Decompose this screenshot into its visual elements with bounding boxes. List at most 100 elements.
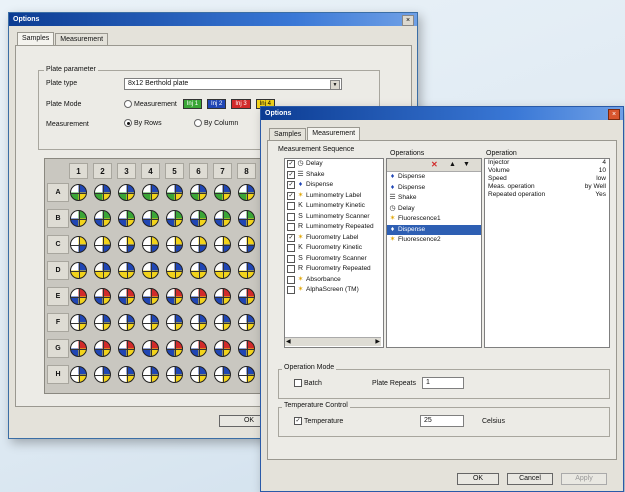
- well-D7[interactable]: [214, 262, 231, 279]
- horizontal-scrollbar[interactable]: ◀ ▶: [285, 337, 381, 346]
- well-F1[interactable]: [70, 314, 87, 331]
- column-header-2[interactable]: 2: [93, 163, 112, 179]
- operation-properties[interactable]: Injector 4 Volume 10 Speed low Meas. operation…: [484, 158, 610, 348]
- well-H5[interactable]: [166, 366, 183, 383]
- cancel-button[interactable]: Cancel: [507, 473, 553, 485]
- plate-grid[interactable]: 12345678 ABCDEFGH: [44, 158, 264, 394]
- row-header-F[interactable]: F: [47, 313, 69, 332]
- row-header-G[interactable]: G: [47, 339, 69, 358]
- row-header-A[interactable]: A: [47, 183, 69, 202]
- ok-button[interactable]: OK: [457, 473, 499, 485]
- well-B6[interactable]: [190, 210, 207, 227]
- available-item-checkbox[interactable]: [287, 254, 295, 263]
- well-D6[interactable]: [190, 262, 207, 279]
- available-item[interactable]: ✶ AlphaScreen (TM): [285, 285, 383, 296]
- batch-option[interactable]: Batch: [294, 379, 322, 387]
- well-A1[interactable]: [70, 184, 87, 201]
- sequence-item[interactable]: ◷ Delay: [387, 204, 481, 215]
- available-item[interactable]: ✓ ✶ Fluorometry Label: [285, 233, 383, 244]
- available-item-checkbox[interactable]: [287, 286, 295, 295]
- available-item[interactable]: S Luminometry Scanner: [285, 212, 383, 223]
- delete-icon[interactable]: ✕: [431, 160, 438, 169]
- sequence-item[interactable]: ✶ Fluorescence2: [387, 235, 481, 246]
- well-E8[interactable]: [238, 288, 255, 305]
- available-item[interactable]: R Fluorometry Repeated: [285, 264, 383, 275]
- property-row[interactable]: Volume 10: [485, 167, 609, 175]
- well-B3[interactable]: [118, 210, 135, 227]
- column-header-1[interactable]: 1: [69, 163, 88, 179]
- well-B2[interactable]: [94, 210, 111, 227]
- available-item[interactable]: K Luminometry Kinetic: [285, 201, 383, 212]
- row-header-C[interactable]: C: [47, 235, 69, 254]
- column-header-8[interactable]: 8: [237, 163, 256, 179]
- well-A2[interactable]: [94, 184, 111, 201]
- well-A4[interactable]: [142, 184, 159, 201]
- well-F6[interactable]: [190, 314, 207, 331]
- well-A8[interactable]: [238, 184, 255, 201]
- sequence-item[interactable]: ✶ Fluorescence1: [387, 214, 481, 225]
- well-C8[interactable]: [238, 236, 255, 253]
- well-H1[interactable]: [70, 366, 87, 383]
- available-item-checkbox[interactable]: ✓: [287, 233, 295, 242]
- well-G7[interactable]: [214, 340, 231, 357]
- well-D8[interactable]: [238, 262, 255, 279]
- well-F2[interactable]: [94, 314, 111, 331]
- column-header-6[interactable]: 6: [189, 163, 208, 179]
- sequence-item[interactable]: ♦ Dispense: [387, 224, 481, 235]
- sequence-item[interactable]: ♦ Dispense: [387, 183, 481, 194]
- apply-button[interactable]: Apply: [561, 473, 607, 485]
- well-G1[interactable]: [70, 340, 87, 357]
- sequence-item[interactable]: ♦ Dispense: [387, 172, 481, 183]
- well-E3[interactable]: [118, 288, 135, 305]
- available-item-checkbox[interactable]: ✓: [287, 191, 295, 200]
- well-G6[interactable]: [190, 340, 207, 357]
- well-E1[interactable]: [70, 288, 87, 305]
- well-F4[interactable]: [142, 314, 159, 331]
- front-close-button[interactable]: ×: [608, 109, 620, 120]
- injector-3-badge[interactable]: Inj 3: [231, 99, 251, 109]
- well-C2[interactable]: [94, 236, 111, 253]
- plate-repeats-input[interactable]: 1: [422, 377, 464, 389]
- batch-checkbox[interactable]: [294, 379, 302, 387]
- well-E2[interactable]: [94, 288, 111, 305]
- property-row[interactable]: Speed low: [485, 175, 609, 183]
- well-C4[interactable]: [142, 236, 159, 253]
- well-A3[interactable]: [118, 184, 135, 201]
- tab-measurement[interactable]: Measurement: [307, 127, 361, 141]
- available-item-checkbox[interactable]: ✓: [287, 170, 295, 179]
- row-header-E[interactable]: E: [47, 287, 69, 306]
- well-C6[interactable]: [190, 236, 207, 253]
- available-item-checkbox[interactable]: [287, 244, 295, 253]
- well-E4[interactable]: [142, 288, 159, 305]
- available-item-checkbox[interactable]: [287, 223, 295, 232]
- sequence-list[interactable]: ♦ Dispense ♦ Dispense ☰ Shake ◷ Delay ✶ Fluoresce…: [387, 172, 481, 246]
- well-B4[interactable]: [142, 210, 159, 227]
- well-G8[interactable]: [238, 340, 255, 357]
- available-item[interactable]: ✓ ✶ Luminometry Label: [285, 191, 383, 202]
- back-window-titlebar[interactable]: Options: [9, 13, 417, 26]
- column-header-4[interactable]: 4: [141, 163, 160, 179]
- well-H2[interactable]: [94, 366, 111, 383]
- column-header-3[interactable]: 3: [117, 163, 136, 179]
- available-item[interactable]: K Fluorometry Kinetic: [285, 243, 383, 254]
- well-B7[interactable]: [214, 210, 231, 227]
- by-columns-option[interactable]: By Column: [194, 119, 238, 127]
- available-item[interactable]: ✓ ☰ Shake: [285, 170, 383, 181]
- sequence-item[interactable]: ☰ Shake: [387, 193, 481, 204]
- available-item-checkbox[interactable]: ✓: [287, 181, 295, 190]
- well-D1[interactable]: [70, 262, 87, 279]
- well-D3[interactable]: [118, 262, 135, 279]
- well-C5[interactable]: [166, 236, 183, 253]
- available-item[interactable]: R Luminometry Repeated: [285, 222, 383, 233]
- property-row[interactable]: Repeated operation Yes: [485, 191, 609, 199]
- front-window-titlebar[interactable]: Options: [261, 107, 623, 120]
- by-rows-option[interactable]: By Rows: [124, 119, 162, 127]
- by-rows-radio[interactable]: [124, 119, 132, 127]
- available-item-checkbox[interactable]: [287, 202, 295, 211]
- well-D5[interactable]: [166, 262, 183, 279]
- column-header-5[interactable]: 5: [165, 163, 184, 179]
- property-row[interactable]: Injector 4: [485, 159, 609, 167]
- well-B1[interactable]: [70, 210, 87, 227]
- well-G2[interactable]: [94, 340, 111, 357]
- row-header-B[interactable]: B: [47, 209, 69, 228]
